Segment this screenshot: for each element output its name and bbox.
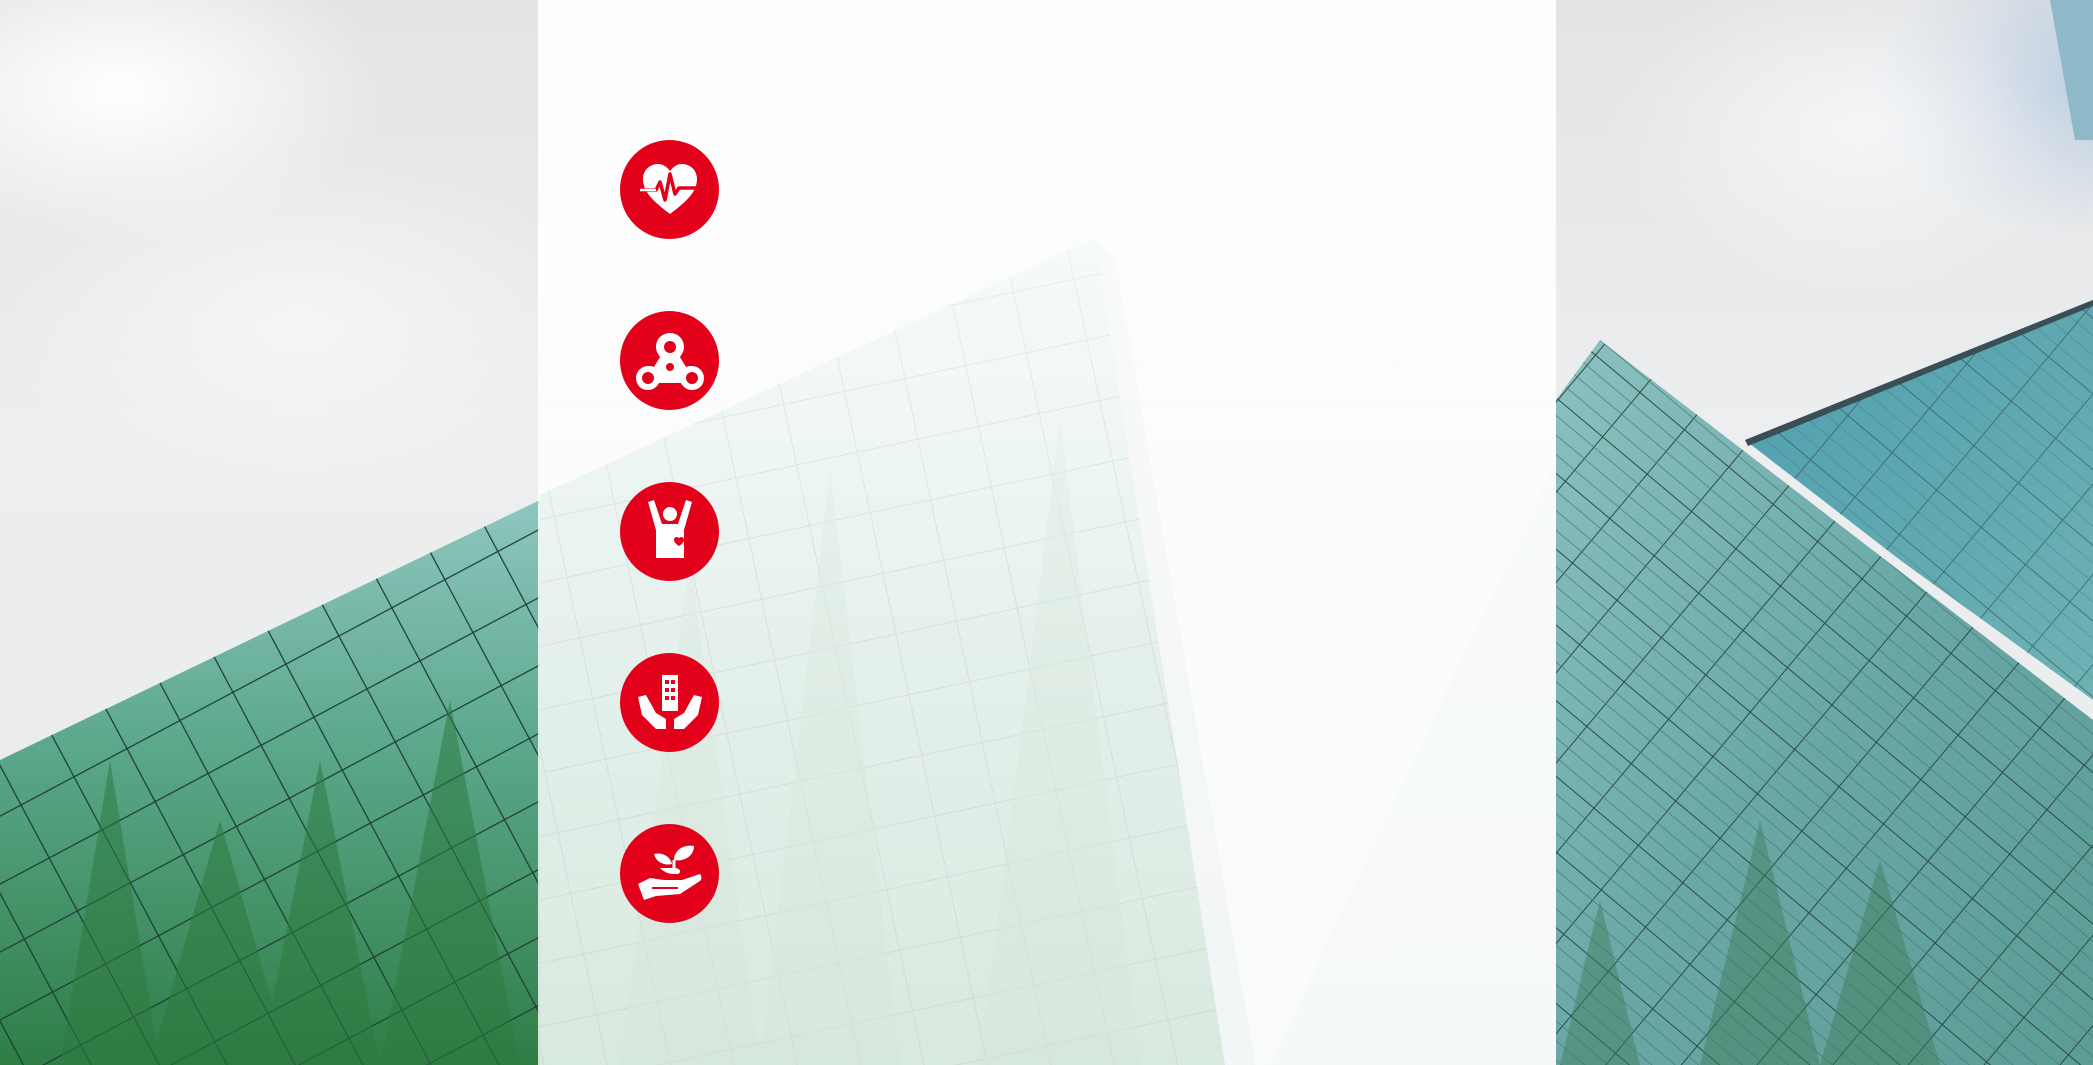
network-nodes-icon [620,311,719,410]
hand-holding-plant-icon [620,824,719,923]
heart-pulse-icon [620,140,719,239]
person-cheering-icon [620,482,719,581]
icon-column [620,140,720,995]
hands-holding-building-icon [620,653,719,752]
